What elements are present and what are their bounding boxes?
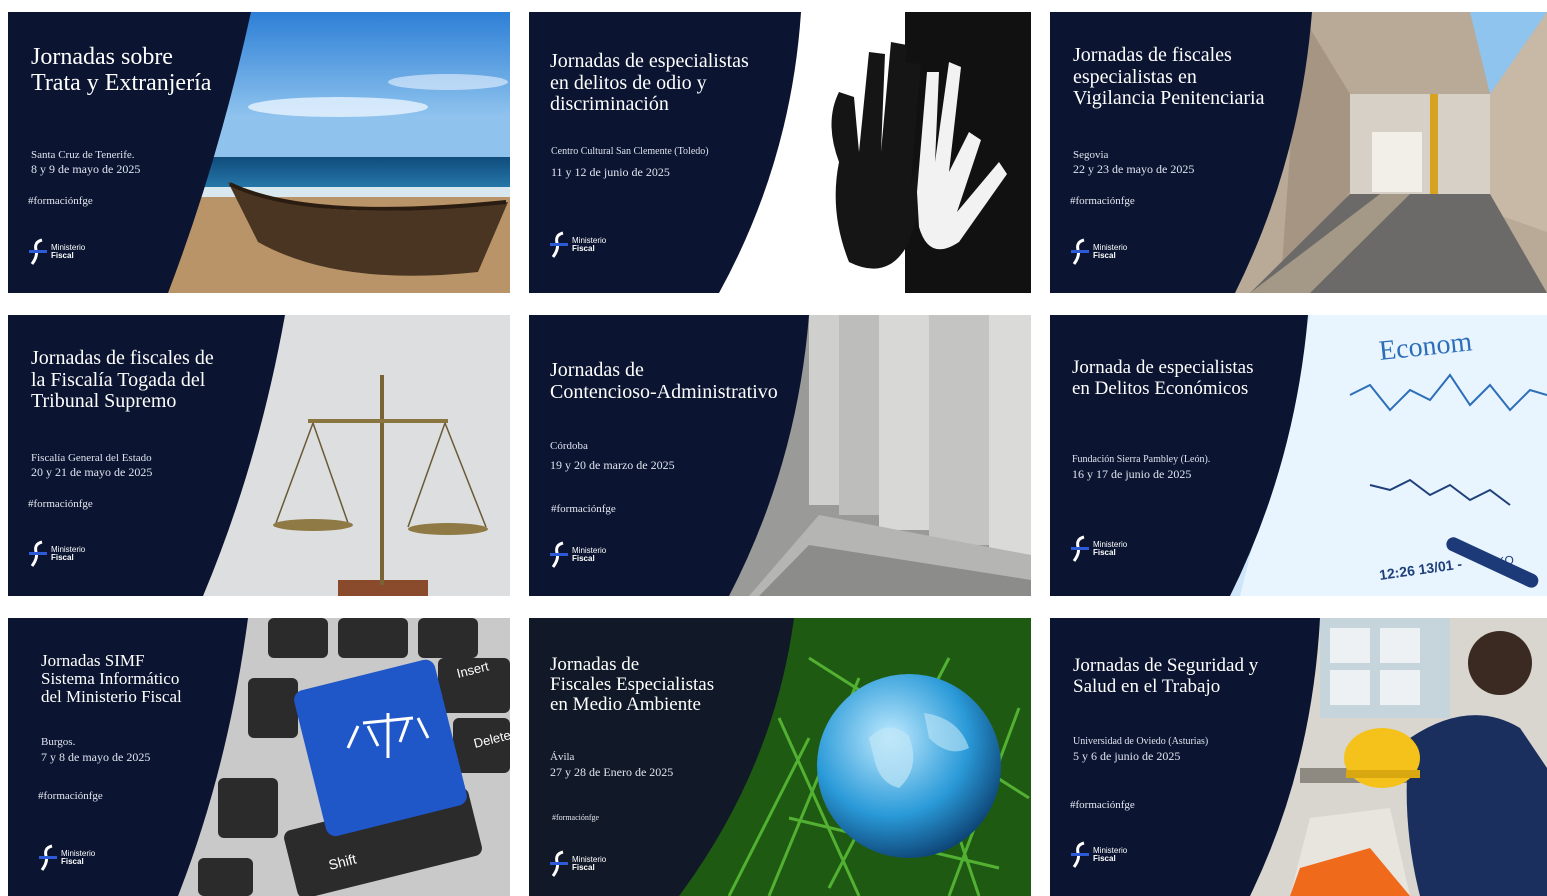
ministerio-fiscal-logo: Ministerio Fiscal [549,231,606,259]
logo-line2: Fiscal [1093,854,1116,863]
event-card-fiscalia-togada[interactable]: Jornadas de fiscales de la Fiscalía Toga… [8,315,510,596]
card-title: Jornadas de Contencioso-Administrativo [550,359,778,403]
ministerio-fiscal-logo-icon [550,541,568,568]
card-location: Segovia [1073,149,1109,161]
card-date: 11 y 12 de junio de 2025 [551,165,670,179]
logo-line2: Fiscal [572,554,595,563]
title-panel: Jornadas de especialistas en delitos de … [529,12,809,293]
card-title: Jornadas sobre Trata y Extranjería [31,44,212,96]
title-panel: Jornada de especialistas en Delitos Econ… [1050,315,1320,596]
card-hashtag: #formaciónfge [38,790,103,802]
card-location: Fiscalía General del Estado [31,452,152,464]
card-location: Ávila [550,751,575,763]
card-title: Jornadas de Seguridad y Salud en el Trab… [1073,655,1259,697]
card-date: 19 y 20 de marzo de 2025 [550,458,675,472]
card-title: Jornadas de especialistas en delitos de … [550,50,749,116]
logo-line2: Fiscal [1093,251,1116,260]
event-card-delitos-economicos[interactable]: Econom 12:26 13/01 - TKO Jornada de espe… [1050,315,1547,596]
ministerio-fiscal-logo-icon [1071,238,1089,265]
ministerio-fiscal-logo-icon [39,844,57,871]
card-location: Centro Cultural San Clemente (Toledo) [551,146,709,157]
ministerio-fiscal-logo: Ministerio Fiscal [38,844,95,872]
ministerio-fiscal-logo-icon [550,850,568,877]
card-date: 5 y 6 de junio de 2025 [1073,749,1181,763]
card-title: Jornadas de fiscales de la Fiscalía Toga… [31,347,214,413]
title-panel: Jornadas de Fiscales Especialistas en Me… [529,618,799,896]
ministerio-fiscal-logo-icon [1071,535,1089,562]
event-card-contencioso-administrativo[interactable]: Jornadas de Contencioso-Administrativo C… [529,315,1031,596]
logo-line2: Fiscal [61,857,84,866]
ministerio-fiscal-logo: Ministerio Fiscal [28,540,85,568]
card-date: 7 y 8 de mayo de 2025 [41,750,151,764]
card-location: Córdoba [550,440,588,452]
ministerio-fiscal-logo-icon [550,231,568,258]
card-title: Jornadas de Fiscales Especialistas en Me… [550,654,715,715]
card-title: Jornadas de fiscales especialistas en Vi… [1073,44,1265,110]
event-card-trata-extranjeria[interactable]: Jornadas sobre Trata y Extranjería Santa… [8,12,510,293]
card-title: Jornadas SIMF Sistema Informático del Mi… [41,651,182,706]
ministerio-fiscal-logo: Ministerio Fiscal [1070,238,1127,266]
event-card-delitos-odio[interactable]: Jornadas de especialistas en delitos de … [529,12,1031,293]
logo-line2: Fiscal [572,863,595,872]
ministerio-fiscal-logo: Ministerio Fiscal [1070,841,1127,869]
title-panel: Jornadas SIMF Sistema Informático del Mi… [8,618,258,896]
ministerio-fiscal-logo: Ministerio Fiscal [28,238,85,266]
ministerio-fiscal-logo-icon [29,238,47,265]
card-hashtag: #formaciónfge [1070,195,1135,207]
card-location: Santa Cruz de Tenerife. [31,149,135,161]
card-hashtag: #formaciónfge [1070,799,1135,811]
logo-line2: Fiscal [51,553,74,562]
card-hashtag: #formaciónfge [551,503,616,515]
logo-line2: Fiscal [572,244,595,253]
event-card-seguridad-salud[interactable]: Jornadas de Seguridad y Salud en el Trab… [1050,618,1547,896]
card-location: Universidad de Oviedo (Asturias) [1073,736,1209,747]
event-card-medio-ambiente[interactable]: Jornadas de Fiscales Especialistas en Me… [529,618,1031,896]
card-location: Fundación Sierra Pambley (León). [1072,454,1211,465]
ministerio-fiscal-logo-icon [1071,841,1089,868]
card-date: 20 y 21 de mayo de 2025 [31,465,153,479]
card-date: 8 y 9 de mayo de 2025 [31,162,141,176]
card-date: 16 y 17 de junio de 2025 [1072,467,1192,481]
card-hashtag: #formaciónfge [28,498,93,510]
card-location: Burgos. [41,736,76,748]
logo-line2: Fiscal [1093,548,1116,557]
ministerio-fiscal-logo: Ministerio Fiscal [549,541,606,569]
card-hashtag: #formaciónfge [552,813,600,822]
ministerio-fiscal-logo-icon [29,540,47,567]
card-hashtag: #formaciónfge [28,195,93,207]
title-panel: Jornadas de fiscales especialistas en Vi… [1050,12,1320,293]
ministerio-fiscal-logo: Ministerio Fiscal [1070,535,1127,563]
event-card-vigilancia-penitenciaria[interactable]: Jornadas de fiscales especialistas en Vi… [1050,12,1547,293]
card-title: Jornada de especialistas en Delitos Econ… [1072,357,1254,399]
event-card-simf[interactable]: Insert Delete Shift Jornadas SIMF Sistem… [8,618,510,896]
ministerio-fiscal-logo: Ministerio Fiscal [549,850,606,878]
title-panel: Jornadas de Seguridad y Salud en el Trab… [1050,618,1320,896]
card-date: 22 y 23 de mayo de 2025 [1073,162,1195,176]
title-panel: Jornadas sobre Trata y Extranjería Santa… [8,12,268,293]
title-panel: Jornadas de Contencioso-Administrativo C… [529,315,809,596]
event-card-grid: Jornadas sobre Trata y Extranjería Santa… [0,0,1547,896]
logo-line2: Fiscal [51,251,74,260]
card-date: 27 y 28 de Enero de 2025 [550,765,674,779]
title-panel: Jornadas de fiscales de la Fiscalía Toga… [8,315,288,596]
